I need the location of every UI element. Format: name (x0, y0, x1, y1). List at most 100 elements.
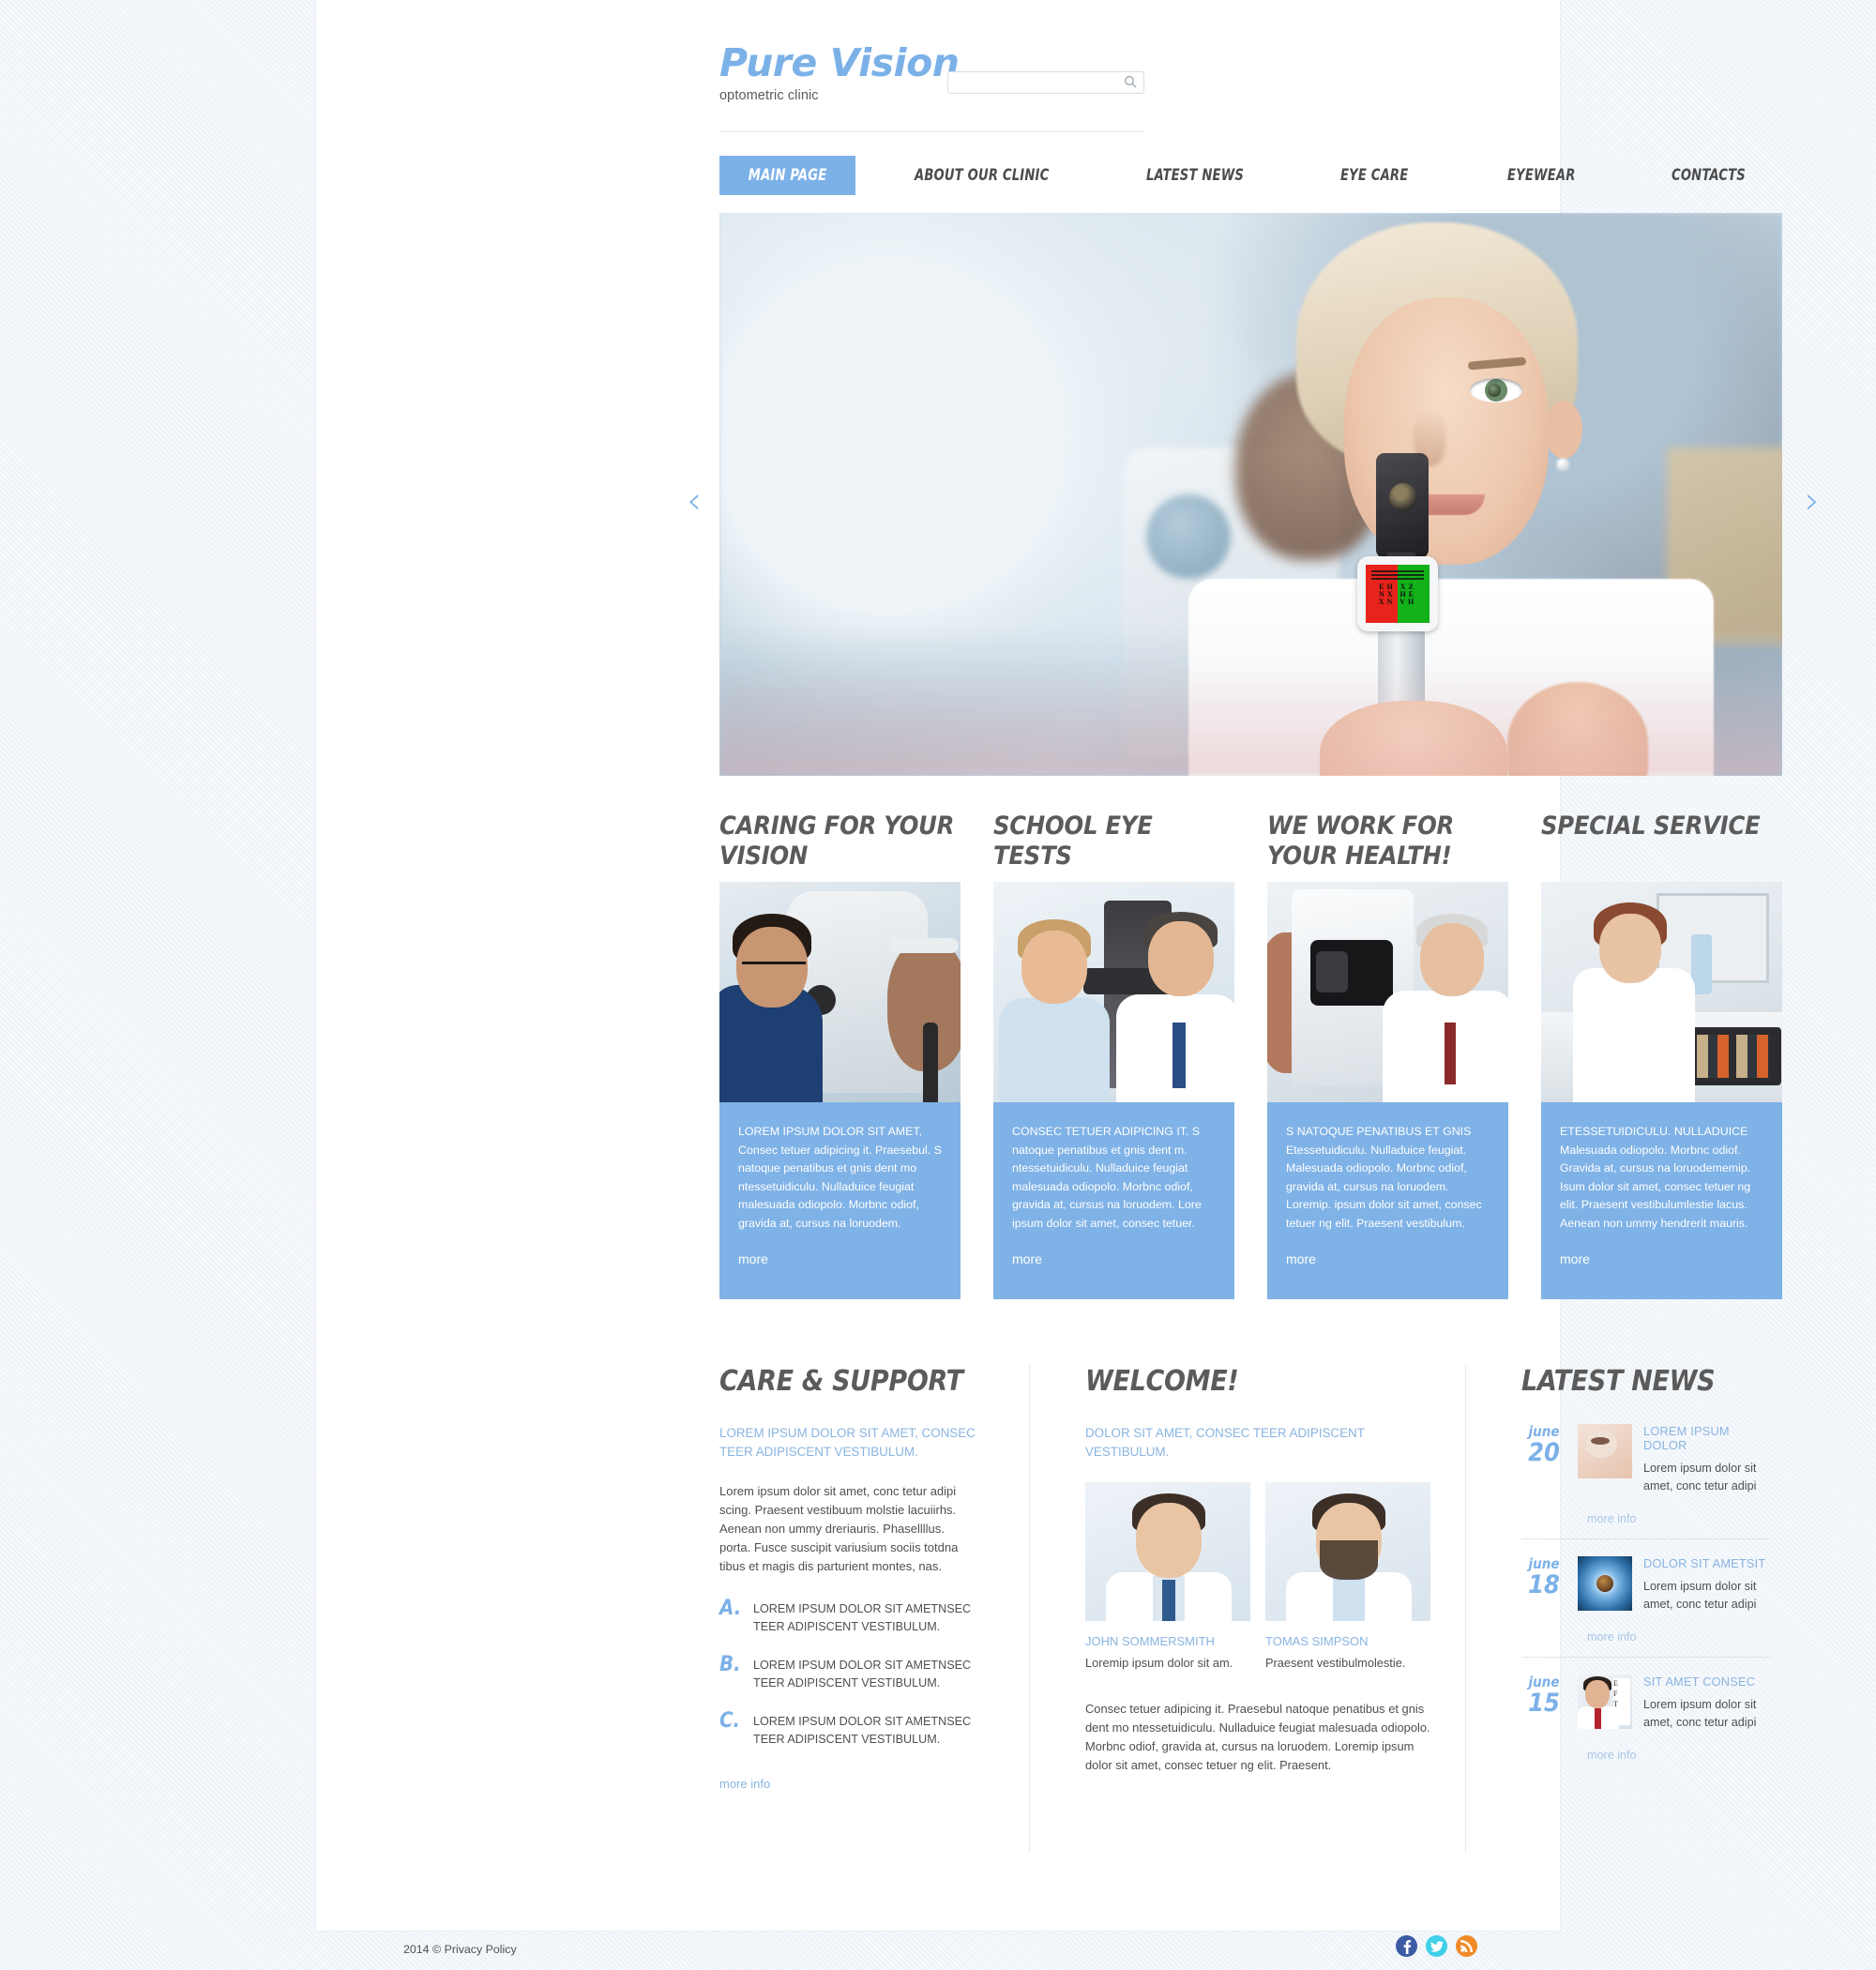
bottom-sections: CARE & SUPPORT LOREM IPSUM DOLOR SIT AME… (719, 1365, 1782, 1853)
latest-news-section: LATEST NEWS june 20 LOREM IPSUM DOLOR Lo… (1521, 1365, 1770, 1762)
service-card: SCHOOL EYE TESTS CONSEC TETUER ADIPICING… (993, 811, 1234, 1299)
news-date: june 18 (1521, 1556, 1566, 1614)
news-divider (1521, 1657, 1770, 1658)
news-title-link[interactable]: SIT AMET CONSEC (1643, 1674, 1770, 1689)
news-thumbnail[interactable] (1578, 1556, 1632, 1611)
list-item: B. LOREM IPSUM DOLOR SIT AMETNSEC TEER A… (719, 1653, 977, 1692)
column-divider (1465, 1365, 1466, 1853)
service-card-image (993, 882, 1234, 1102)
news-date: june 20 (1521, 1424, 1566, 1495)
eye-chart-row-3: XN VH (1378, 598, 1417, 606)
search-icon[interactable] (1123, 75, 1138, 90)
doctor-description: Praesent vestibulmolestie. (1265, 1656, 1406, 1670)
logo[interactable]: Pure Vision optometric clinic (719, 40, 960, 104)
service-card-image (1541, 882, 1782, 1102)
news-entry: june 15 EFT SIT AMET CONSEC Lorem ipsum … (1521, 1674, 1770, 1763)
chevron-left-icon[interactable]: ‹ (678, 482, 710, 520)
news-thumbnail[interactable] (1578, 1424, 1632, 1478)
nav-item-main-page[interactable]: MAIN PAGE (719, 156, 856, 195)
search-box[interactable] (947, 71, 1144, 94)
news-text: Lorem ipsum dolor sit amet, conc tetur a… (1643, 1462, 1757, 1493)
hero-eye (1470, 378, 1522, 402)
service-card-more-link[interactable]: more (1560, 1251, 1763, 1266)
care-support-more-link[interactable]: more info (719, 1777, 770, 1791)
list-marker: B. (719, 1653, 741, 1676)
logo-text: Pure Vision (719, 40, 960, 85)
site-header: Pure Vision optometric clinic (316, 0, 1560, 141)
doctor-card: TOMAS SIMPSON Praesent vestibulmolestie. (1265, 1482, 1430, 1672)
news-day: 18 (1528, 1570, 1560, 1599)
news-more-link[interactable]: more info (1587, 1512, 1770, 1525)
news-entry: june 18 DOLOR SIT AMETSIT Lorem ipsum do… (1521, 1556, 1770, 1658)
welcome-title: WELCOME! (1085, 1365, 1239, 1398)
nav-item-contacts[interactable]: CONTACTS (1672, 156, 1746, 195)
list-item: C. LOREM IPSUM DOLOR SIT AMETNSEC TEER A… (719, 1709, 977, 1749)
nav-item-about-our-clinic[interactable]: ABOUT OUR CLINIC (915, 156, 1049, 195)
nav-item-latest-news[interactable]: LATEST NEWS (1146, 156, 1244, 195)
main-navigation: MAIN PAGE ABOUT OUR CLINIC LATEST NEWS E… (719, 156, 1779, 195)
doctor-name[interactable]: TOMAS SIMPSON (1265, 1634, 1430, 1648)
doctor-photo (1265, 1482, 1430, 1621)
doctor-description: Loremip ipsum dolor sit am. (1085, 1656, 1233, 1670)
list-item-text: LOREM IPSUM DOLOR SIT AMETNSEC TEER ADIP… (753, 1715, 972, 1746)
nav-item-eye-care[interactable]: EYE CARE (1340, 156, 1408, 195)
doctor-card: JOHN SOMMERSMITH Loremip ipsum dolor sit… (1085, 1482, 1250, 1672)
news-text: Lorem ipsum dolor sit amet, conc tetur a… (1643, 1698, 1757, 1729)
news-title-link[interactable]: DOLOR SIT AMETSIT (1643, 1556, 1770, 1570)
search-input[interactable] (948, 72, 1117, 93)
list-marker: A. (719, 1597, 742, 1620)
news-more-link[interactable]: more info (1587, 1630, 1770, 1644)
service-card-title: SCHOOL EYE TESTS (993, 811, 1153, 871)
service-card-image (719, 882, 961, 1102)
list-item: A. LOREM IPSUM DOLOR SIT AMETNSEC TEER A… (719, 1597, 977, 1636)
news-thumbnail[interactable]: EFT (1578, 1674, 1632, 1729)
facebook-icon[interactable] (1396, 1935, 1417, 1957)
hero-slider-image: EH XZ NX HE XN VH (719, 213, 1782, 776)
service-card-text: LOREM IPSUM DOLOR SIT AMET, Consec tetue… (738, 1125, 942, 1230)
service-card-more-link[interactable]: more (1012, 1251, 1216, 1266)
rss-icon[interactable] (1456, 1935, 1477, 1957)
duochrome-eye-chart: EH XZ NX HE XN VH (1357, 556, 1438, 631)
hero-equipment-lens (1146, 494, 1231, 579)
news-day: 20 (1528, 1438, 1560, 1467)
hero-face (1344, 297, 1549, 565)
hero-foreground-glare (719, 663, 1782, 776)
header-divider (719, 131, 1144, 132)
copyright-text: 2014 © Privacy Policy (403, 1943, 517, 1956)
list-item-text: LOREM IPSUM DOLOR SIT AMETNSEC TEER ADIP… (753, 1659, 972, 1690)
service-card: CARING FOR YOUR VISION LOREM IPSUM DOLOR… (719, 811, 961, 1299)
social-links (1396, 1935, 1477, 1957)
logo-tagline: optometric clinic (719, 88, 819, 104)
doctor-name[interactable]: JOHN SOMMERSMITH (1085, 1634, 1250, 1648)
news-title-link[interactable]: LOREM IPSUM DOLOR (1643, 1424, 1770, 1452)
service-card-body: ETESSETUIDICULU. NULLADUICE Malesuada od… (1541, 1102, 1782, 1299)
service-card-more-link[interactable]: more (1286, 1251, 1490, 1266)
service-card-more-link[interactable]: more (738, 1251, 942, 1266)
welcome-section: WELCOME! DOLOR SIT AMET, CONSEC TEER ADI… (1085, 1365, 1432, 1775)
twitter-icon[interactable] (1426, 1935, 1447, 1957)
service-card: WE WORK FOR YOUR HEALTH! S NATOQUE PENAT… (1267, 811, 1508, 1299)
service-card-image (1267, 882, 1508, 1102)
latest-news-title: LATEST NEWS (1521, 1365, 1716, 1398)
nav-label: MAIN PAGE (748, 166, 827, 185)
list-item-text: LOREM IPSUM DOLOR SIT AMETNSEC TEER ADIP… (753, 1602, 972, 1633)
service-card-text: S NATOQUE PENATIBUS ET GNIS Etessetuidic… (1286, 1125, 1482, 1230)
news-entry: june 20 LOREM IPSUM DOLOR Lorem ipsum do… (1521, 1424, 1770, 1539)
news-divider (1521, 1538, 1770, 1539)
care-support-list: A. LOREM IPSUM DOLOR SIT AMETNSEC TEER A… (719, 1597, 977, 1749)
list-marker: C. (719, 1709, 741, 1733)
service-card: SPECIAL SERVICE ETESSETUIDICULU. NULLADU… (1541, 811, 1782, 1299)
service-card-title: CARING FOR YOUR VISION (719, 811, 955, 871)
care-support-paragraph: Lorem ipsum dolor sit amet, conc tetur a… (719, 1484, 959, 1573)
nav-item-eyewear[interactable]: EYEWEAR (1507, 156, 1576, 195)
news-more-link[interactable]: more info (1587, 1749, 1770, 1762)
service-card-title: SPECIAL SERVICE (1541, 811, 1761, 841)
news-day: 15 (1528, 1689, 1560, 1718)
page-container: Pure Vision optometric clinic MAIN PAGE … (316, 0, 1820, 1931)
chevron-right-icon[interactable]: › (1796, 482, 1828, 520)
service-card-body: CONSEC TETUER ADIPICING IT. S natoque pe… (993, 1102, 1234, 1299)
service-card-text: ETESSETUIDICULU. NULLADUICE Malesuada od… (1560, 1125, 1751, 1230)
care-support-lead: LOREM IPSUM DOLOR SIT AMET, CONSEC TEER … (719, 1426, 976, 1459)
service-card-body: LOREM IPSUM DOLOR SIT AMET, Consec tetue… (719, 1102, 961, 1299)
doctor-list: JOHN SOMMERSMITH Loremip ipsum dolor sit… (1085, 1482, 1432, 1672)
